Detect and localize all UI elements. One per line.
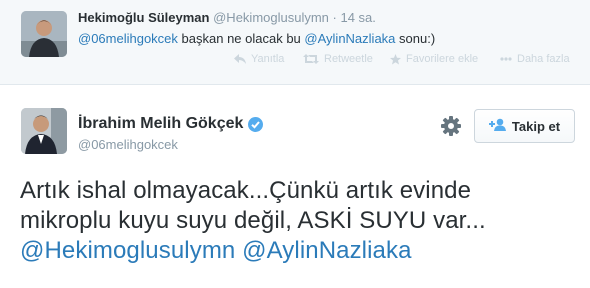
reply-text: @06melihgokcek başkan ne olacak bu @Ayli… <box>78 31 435 46</box>
main-tweet: İbrahim Melih Gökçek @06melihgokcek Taki… <box>0 85 590 288</box>
verified-badge-icon <box>248 116 264 132</box>
tweet-text: Artık ishal olmayacak...Çünkü artık evin… <box>20 176 580 266</box>
more-action[interactable]: Daha fazla <box>500 53 570 65</box>
tweet-mention-aylin[interactable]: @AylinNazliaka <box>242 237 411 264</box>
reply-icon <box>234 54 246 64</box>
reply-header: Hekimoğlu Süleyman @Hekimoglusulymn · 14… <box>78 10 376 25</box>
reply-timestamp[interactable]: · 14 sa. <box>333 10 376 25</box>
more-action-label: Daha fazla <box>517 53 570 65</box>
reply-action[interactable]: Yanıtla <box>234 53 284 65</box>
tweet-text-line-3: @Hekimoglusulymn @AylinNazliaka <box>20 236 580 266</box>
tweet-author-name[interactable]: İbrahim Melih Gökçek <box>78 115 264 133</box>
retweet-action-label: Retweetle <box>324 53 373 65</box>
tweet-text-line-2: mikroplu kuyu suyu değil, ASKİ SUYU var.… <box>20 207 486 234</box>
favorite-action[interactable]: Favorilere ekle <box>390 53 478 65</box>
more-dots-icon <box>500 57 512 61</box>
retweet-icon <box>303 54 319 64</box>
reply-avatar[interactable] <box>21 11 67 57</box>
tweet-author-handle[interactable]: @06melihgokcek <box>78 137 178 152</box>
reply-tweet: Hekimoğlu Süleyman @Hekimoglusulymn · 14… <box>0 0 590 85</box>
tweet-author-name-text: İbrahim Melih Gökçek <box>78 115 244 132</box>
tweet-text-line-1: Artık ishal olmayacak...Çünkü artık evin… <box>20 177 472 204</box>
favorite-action-label: Favorilere ekle <box>406 53 479 65</box>
add-user-icon <box>488 118 506 134</box>
follow-button-label: Takip et <box>511 118 561 134</box>
reply-actions: Yanıtla Retweetle Favorilere ekle Daha f… <box>0 53 590 67</box>
reply-action-label: Yanıtla <box>251 53 285 65</box>
reply-text-middle: başkan ne olacak bu <box>177 31 305 46</box>
reply-mention-melih[interactable]: @06melihgokcek <box>78 31 178 46</box>
tweet-mention-hekimoglu[interactable]: @Hekimoglusulymn <box>20 237 235 264</box>
reply-mention-aylin[interactable]: @AylinNazliaka <box>304 31 395 46</box>
reply-author-handle[interactable]: @Hekimoglusulymn <box>213 10 329 25</box>
tweet-avatar[interactable] <box>21 108 67 154</box>
star-icon <box>390 53 401 65</box>
follow-button[interactable]: Takip et <box>474 109 575 143</box>
gear-icon[interactable] <box>440 115 462 137</box>
reply-text-end: sonu:) <box>395 31 436 46</box>
retweet-action[interactable]: Retweetle <box>303 53 373 65</box>
reply-author-name[interactable]: Hekimoğlu Süleyman <box>78 10 209 25</box>
